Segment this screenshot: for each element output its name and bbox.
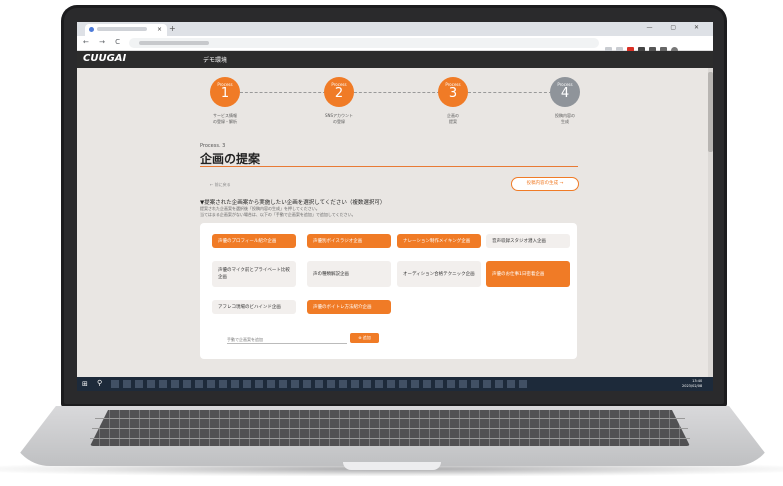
tab-close-icon[interactable]: × (157, 26, 162, 33)
process-label: Process. 3 (200, 143, 226, 149)
screen: × + — ▢ ✕ ← → C ⌂ CUUGAI デモ環境 Process 1 サ… (77, 22, 713, 391)
app-logo[interactable]: CUUGAI (83, 53, 126, 64)
option-studio-visit[interactable]: 音声収録スタジオ潜入企画 (486, 234, 570, 248)
step-2-label: SNSアカウント の登録 (324, 113, 354, 124)
address-bar[interactable] (129, 38, 599, 48)
step-1-circle: Process 1 (210, 77, 240, 107)
step-4-label: 投稿内容の 生成 (555, 113, 575, 124)
tab-title-blurred (97, 27, 147, 31)
step-3-circle: Process 3 (438, 77, 468, 107)
manual-proposal-input[interactable] (227, 335, 347, 344)
option-mic-private[interactable]: 声優のマイク前とプライベート比較企画 (212, 261, 296, 287)
search-icon[interactable]: ⚲ (97, 379, 102, 387)
option-narration-making[interactable]: ナレーション制作メイキング企画 (397, 234, 481, 248)
step-1-label: サービス情報 の登録・解析 (213, 113, 237, 124)
keyboard-row (92, 428, 688, 429)
lid-notch (343, 462, 441, 470)
back-link[interactable]: ← 前に戻る (210, 182, 231, 188)
url-blurred (139, 41, 209, 45)
environment-label: デモ環境 (203, 57, 228, 64)
option-voice-training[interactable]: 声優のボイトレ方法紹介企画 (307, 300, 391, 314)
taskbar-apps-blurred (111, 380, 531, 388)
keyboard-row (90, 438, 690, 439)
option-profile-intro[interactable]: 声優のプロフィール紹介企画 (212, 234, 296, 248)
option-day-in-life[interactable]: 声優のお仕事1日密着企画 (486, 261, 570, 287)
step-connector (354, 92, 440, 93)
generate-posts-button[interactable]: 投稿内容の生成 → (511, 177, 579, 191)
option-audition-tips[interactable]: オーディション合格テクニック企画 (397, 261, 481, 287)
option-dubbing-behind[interactable]: アフレコ現場のビハインド企画 (212, 300, 296, 314)
extension-icons (605, 39, 705, 54)
scrollbar-thumb[interactable] (708, 72, 713, 152)
instruction-title: ▼提案された企画案から実施したい企画を選択してください（複数選択可） (200, 200, 386, 206)
os-taskbar: ⊞ ⚲ 13:40 2023/02/08 (77, 377, 713, 391)
favicon-icon (89, 27, 94, 32)
browser-toolbar: ← → C ⌂ (77, 36, 713, 54)
step-3-label: 企画の 提案 (447, 113, 459, 124)
step-4-circle: Process 4 (550, 77, 580, 107)
step-connector (468, 92, 552, 93)
add-proposal-button[interactable]: ⊕ 追加 (350, 333, 379, 343)
keyboard-row (95, 418, 685, 419)
browser-tab-bar: × + — ▢ ✕ (77, 22, 713, 36)
step-connector (240, 92, 326, 93)
new-tab-button[interactable]: + (169, 24, 176, 33)
windows-start-icon[interactable]: ⊞ (82, 380, 88, 388)
window-controls[interactable]: — ▢ ✕ (646, 24, 707, 31)
browser-tab[interactable]: × (85, 24, 167, 36)
system-clock: 13:40 2023/02/08 (682, 379, 703, 388)
page-title: 企画の提案 (200, 152, 261, 166)
option-voice-radio[interactable]: 声優別ボイスラジオ企画 (307, 234, 391, 248)
title-underline (200, 166, 578, 167)
instruction-text: 当てはまる企画案がない場合は、以下の「手動で企画案を追加」で追加してください。 (200, 212, 356, 217)
option-voice-types[interactable]: 声の種類解説企画 (307, 261, 391, 287)
app-header: CUUGAI デモ環境 (77, 51, 713, 68)
step-2-circle: Process 2 (324, 77, 354, 107)
